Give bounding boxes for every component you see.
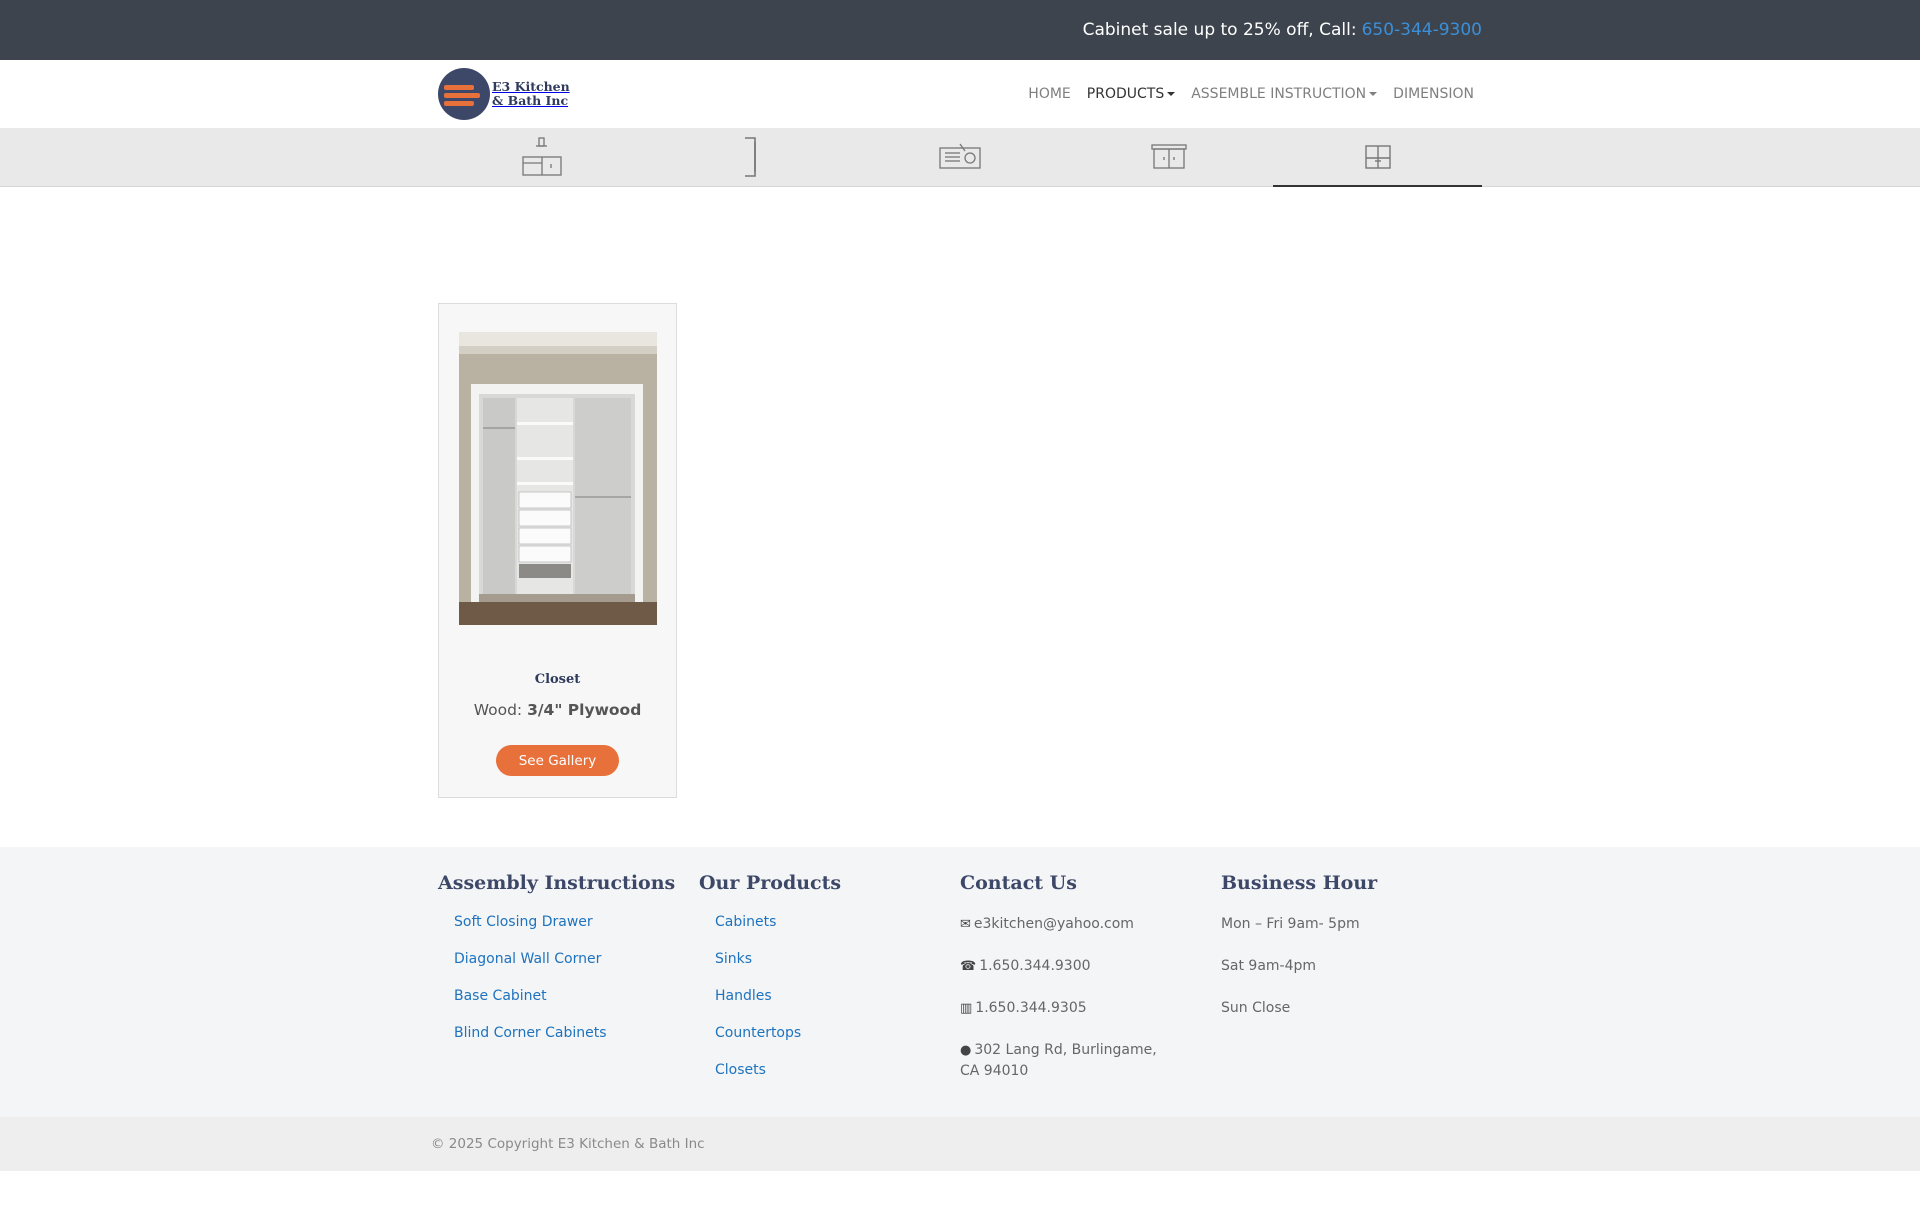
footer-assembly-title: Assembly Instructions	[438, 872, 676, 894]
contact-address: ● 302 Lang Rd, Burlingame, CA 94010	[960, 1042, 1157, 1079]
see-gallery-button[interactable]: See Gallery	[496, 745, 619, 776]
category-countertops[interactable]	[1064, 128, 1273, 186]
map-marker-icon: ●	[960, 1043, 972, 1058]
nav-products[interactable]: PRODUCTS	[1087, 86, 1176, 102]
logo-mark	[438, 68, 490, 120]
nav-dimension[interactable]: DIMENSION	[1393, 86, 1474, 102]
closet-photo[interactable]	[459, 332, 657, 625]
closet-image-icon	[459, 332, 657, 625]
footer-contact-column: Contact Us ✉ e3kitchen@yahoo.com ☎ 1.650.3…	[960, 872, 1221, 1103]
footer-products-title: Our Products	[699, 872, 842, 894]
product-card: Closet Wood: 3/4" Plywood See Gallery	[438, 303, 677, 798]
footer-link-soft-closing-drawer[interactable]: Soft Closing Drawer	[454, 914, 699, 951]
product-wood: Wood: 3/4" Plywood	[473, 701, 642, 719]
footer-link-cabinets[interactable]: Cabinets	[715, 914, 960, 951]
hours-weekday: Mon – Fri 9am- 5pm	[1221, 916, 1360, 932]
sink-icon	[939, 143, 981, 169]
footer-link-countertops[interactable]: Countertops	[715, 1025, 960, 1062]
phone-icon: ☎	[960, 959, 977, 974]
promo-text: Cabinet sale up to 25% off, Call:	[1082, 20, 1357, 40]
countertop-icon	[1151, 144, 1187, 169]
footer-link-diagonal-wall-corner[interactable]: Diagonal Wall Corner	[454, 951, 699, 988]
main-navbar: E3 Kitchen & Bath Inc HOME PRODUCTS ASSE…	[0, 60, 1920, 128]
footer-link-handles[interactable]: Handles	[715, 988, 960, 1025]
footer-assembly-column: Assembly Instructions Soft Closing Drawe…	[438, 872, 699, 1103]
category-sinks[interactable]	[856, 128, 1065, 186]
fax-icon: ▥	[960, 1001, 973, 1016]
site-logo[interactable]: E3 Kitchen & Bath Inc	[438, 68, 570, 120]
contact-phone: ☎ 1.650.344.9300	[960, 956, 1172, 977]
category-cabinets[interactable]	[438, 128, 647, 186]
handle-icon	[745, 137, 756, 177]
cabinet-icon	[522, 137, 563, 176]
copyright-text: © 2025 Copyright E3 Kitchen & Bath Inc	[431, 1136, 705, 1152]
category-handles[interactable]	[647, 128, 856, 186]
chevron-down-icon	[1167, 92, 1176, 96]
product-title: Closet	[534, 672, 581, 687]
chevron-down-icon	[1369, 92, 1378, 96]
footer-link-base-cabinet[interactable]: Base Cabinet	[454, 988, 699, 1025]
main-menu: HOME PRODUCTS ASSEMBLE INSTRUCTION DIMEN…	[1028, 86, 1482, 102]
nav-home[interactable]: HOME	[1028, 86, 1070, 102]
main-content: Closet Wood: 3/4" Plywood See Gallery	[0, 187, 1920, 847]
contact-fax: ▥ 1.650.344.9305	[960, 998, 1172, 1019]
category-icon-bar	[0, 128, 1920, 187]
footer-contact-title: Contact Us	[960, 872, 1077, 894]
nav-assemble-instruction[interactable]: ASSEMBLE INSTRUCTION	[1191, 86, 1378, 102]
footer-hours-column: Business Hour Mon – Fri 9am- 5pm Sat 9am…	[1221, 872, 1482, 1103]
footer-products-column: Our Products Cabinets Sinks Handles Coun…	[699, 872, 960, 1103]
footer: Assembly Instructions Soft Closing Drawe…	[0, 847, 1920, 1117]
contact-email: ✉ e3kitchen@yahoo.com	[960, 914, 1172, 935]
promo-bar: Cabinet sale up to 25% off, Call: 650-34…	[0, 0, 1920, 60]
category-closets[interactable]	[1273, 128, 1482, 187]
copyright-bar: © 2025 Copyright E3 Kitchen & Bath Inc	[0, 1117, 1920, 1171]
envelope-icon: ✉	[960, 917, 971, 932]
hours-saturday: Sat 9am-4pm	[1221, 958, 1317, 974]
logo-text: E3 Kitchen & Bath Inc	[492, 79, 570, 108]
promo-phone-link[interactable]: 650-344-9300	[1362, 20, 1482, 40]
footer-hours-title: Business Hour	[1221, 872, 1378, 894]
closet-icon	[1364, 145, 1391, 169]
footer-link-sinks[interactable]: Sinks	[715, 951, 960, 988]
footer-link-closets[interactable]: Closets	[715, 1062, 960, 1099]
footer-link-blind-corner-cabinets[interactable]: Blind Corner Cabinets	[454, 1025, 699, 1062]
hours-sunday: Sun Close	[1221, 1000, 1291, 1016]
